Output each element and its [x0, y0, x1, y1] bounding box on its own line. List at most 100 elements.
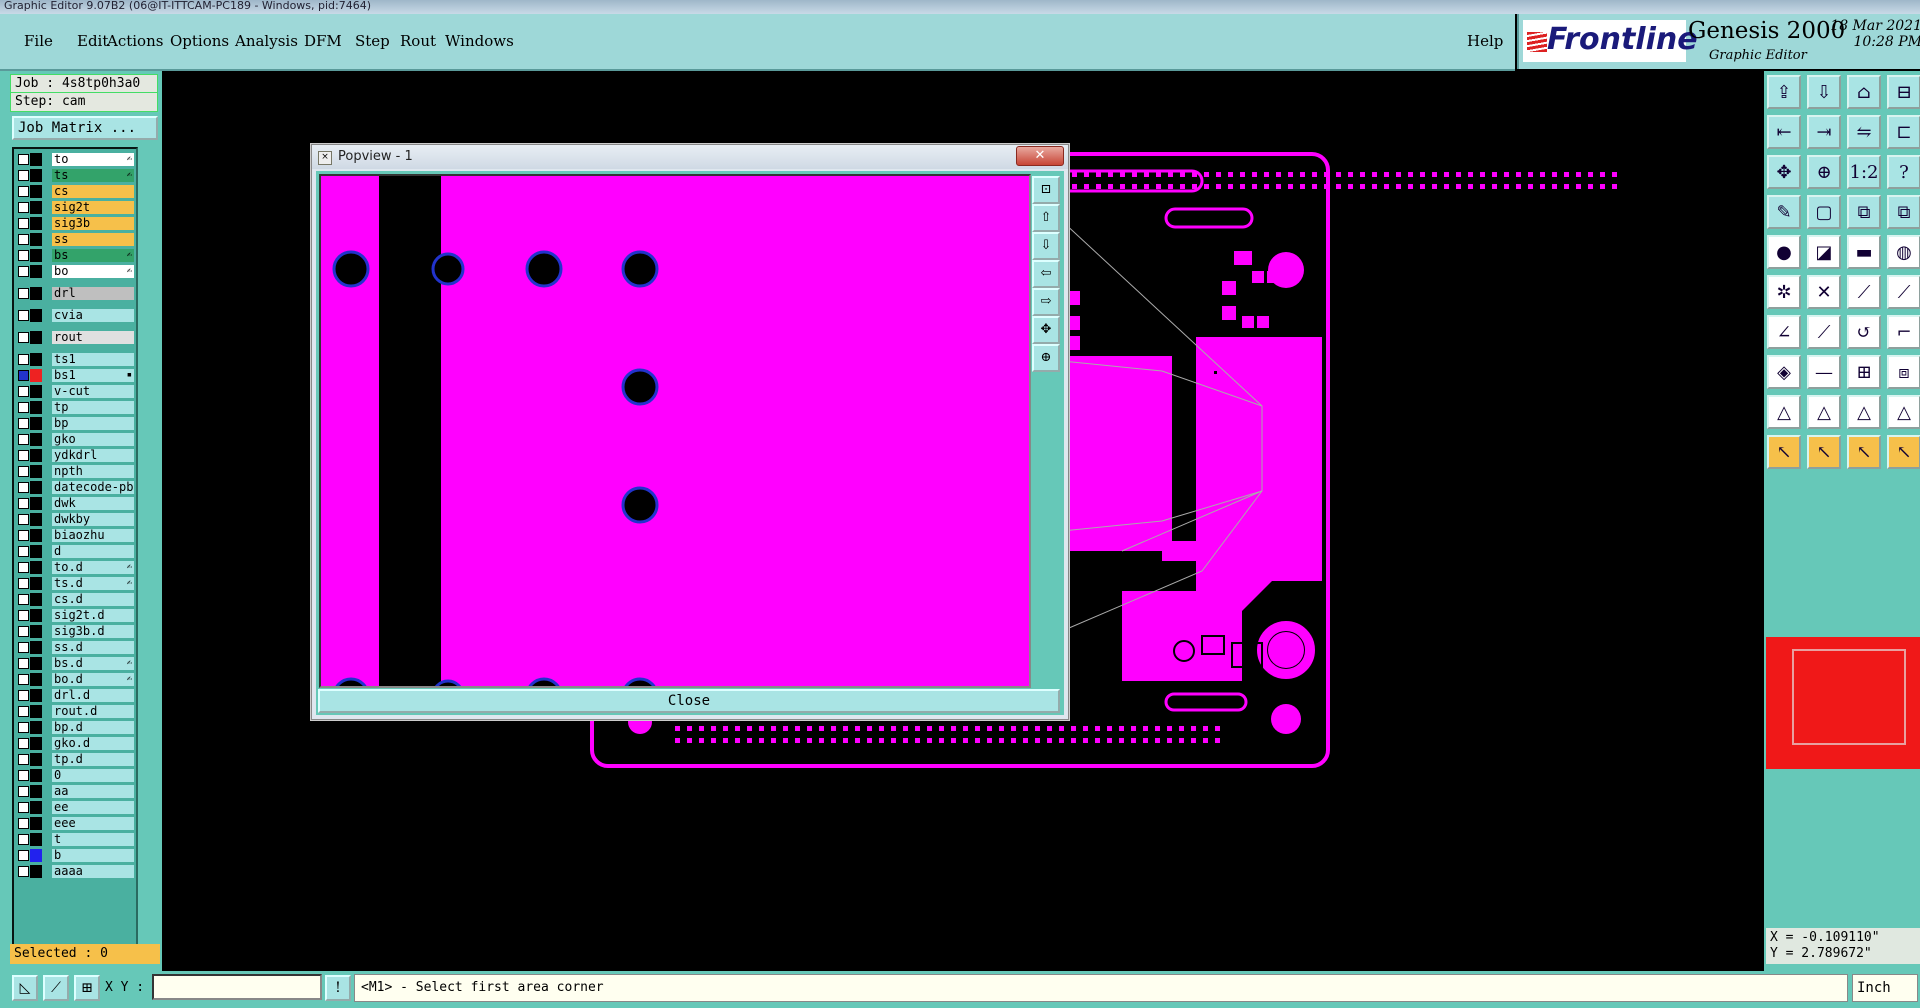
- layer-checkbox[interactable]: [18, 402, 29, 413]
- layer-checkbox[interactable]: [18, 850, 29, 861]
- menu-dfm[interactable]: DFM: [304, 32, 342, 50]
- layer-color-swatch[interactable]: [30, 153, 42, 166]
- copy2-icon[interactable]: ⧉: [1887, 195, 1920, 229]
- home-icon[interactable]: ⌂: [1847, 75, 1881, 109]
- layer-color-swatch[interactable]: [30, 689, 42, 702]
- layer-checkbox[interactable]: [18, 562, 29, 573]
- pan-left-icon[interactable]: ⇦: [1032, 260, 1060, 288]
- zoom-in-icon[interactable]: ⊕: [1032, 344, 1060, 372]
- layer-name[interactable]: ts ✍: [52, 169, 134, 182]
- layer-row[interactable]: bo ✍: [16, 265, 134, 279]
- move-left-icon[interactable]: ⇤: [1767, 115, 1801, 149]
- snap-icon[interactable]: ◺: [12, 975, 38, 1001]
- layer-checkbox[interactable]: [18, 610, 29, 621]
- info-icon[interactable]: !: [325, 975, 351, 1001]
- layer-checkbox[interactable]: [18, 466, 29, 477]
- layer-name[interactable]: bs.d ✍: [52, 657, 134, 670]
- layer-name[interactable]: bo.d ✍: [52, 673, 134, 686]
- layer-name[interactable]: ts.d ✍: [52, 577, 134, 590]
- layer-checkbox[interactable]: [18, 450, 29, 461]
- layer-row[interactable]: sig3b: [16, 217, 134, 231]
- layer-color-swatch[interactable]: [30, 201, 42, 214]
- layer-row[interactable]: 0: [16, 769, 134, 783]
- zoom-out-icon[interactable]: ✥: [1032, 316, 1060, 344]
- layer-color-swatch[interactable]: [30, 481, 42, 494]
- triangle2-icon[interactable]: △: [1807, 395, 1841, 429]
- layer-name[interactable]: aaaa: [52, 865, 134, 878]
- layer-color-swatch[interactable]: [30, 369, 42, 382]
- menu-analysis[interactable]: Analysis: [235, 32, 298, 50]
- layer-color-swatch[interactable]: [30, 331, 42, 344]
- layer-color-swatch[interactable]: [30, 657, 42, 670]
- layer-color-swatch[interactable]: [30, 561, 42, 574]
- layer-checkbox[interactable]: [18, 514, 29, 525]
- cross-icon[interactable]: ✕: [1807, 275, 1841, 309]
- layer-name[interactable]: dwkby: [52, 513, 134, 526]
- layer-row[interactable]: aa: [16, 785, 134, 799]
- layer-row[interactable]: ss.d: [16, 641, 134, 655]
- layer-name[interactable]: ydkdrl: [52, 449, 134, 462]
- layer-row[interactable]: sig2t.d: [16, 609, 134, 623]
- layer-checkbox[interactable]: [18, 754, 29, 765]
- layer-name[interactable]: gko: [52, 433, 134, 446]
- layer-color-swatch[interactable]: [30, 801, 42, 814]
- layer-color-swatch[interactable]: [30, 185, 42, 198]
- layer-color-swatch[interactable]: [30, 609, 42, 622]
- layer-name[interactable]: cs: [52, 185, 134, 198]
- layer-row[interactable]: cs: [16, 185, 134, 199]
- layer-color-swatch[interactable]: [30, 249, 42, 262]
- layer-checkbox[interactable]: [18, 818, 29, 829]
- layer-row[interactable]: tp: [16, 401, 134, 415]
- layer-row[interactable]: t: [16, 833, 134, 847]
- layer-color-swatch[interactable]: [30, 817, 42, 830]
- layer-name[interactable]: tp: [52, 401, 134, 414]
- layer-row[interactable]: eee: [16, 817, 134, 831]
- layer-color-swatch[interactable]: [30, 169, 42, 182]
- layer-color-swatch[interactable]: [30, 529, 42, 542]
- layer-row[interactable]: bs ✍: [16, 249, 134, 263]
- copy-icon[interactable]: ⧉: [1847, 195, 1881, 229]
- zoom-fit-icon[interactable]: ⊡: [1032, 176, 1060, 204]
- layer-checkbox[interactable]: [18, 530, 29, 541]
- layer-row[interactable]: bp.d: [16, 721, 134, 735]
- layer-row[interactable]: rout: [16, 331, 134, 345]
- layer-name[interactable]: d: [52, 545, 134, 558]
- layer-checkbox[interactable]: [18, 674, 29, 685]
- layer-row[interactable]: aaaa: [16, 865, 134, 879]
- layer-name[interactable]: bo ✍: [52, 265, 134, 278]
- scale-icon[interactable]: 1:2: [1847, 155, 1881, 189]
- layer-name[interactable]: b: [52, 849, 134, 862]
- popview-titlebar[interactable]: × Popview - 1 ✕: [312, 145, 1068, 169]
- layer-checkbox[interactable]: [18, 626, 29, 637]
- layer-name[interactable]: bs ✍: [52, 249, 134, 262]
- layer-color-swatch[interactable]: [30, 545, 42, 558]
- layer-row[interactable]: tp.d: [16, 753, 134, 767]
- layer-checkbox[interactable]: [18, 386, 29, 397]
- pad-icon[interactable]: ●: [1767, 235, 1801, 269]
- zoom-home-icon[interactable]: ⊕: [1807, 155, 1841, 189]
- layer-checkbox[interactable]: [18, 706, 29, 717]
- layer-up-icon[interactable]: ⇪: [1767, 75, 1801, 109]
- align-icon[interactable]: ⊏: [1887, 115, 1920, 149]
- layer-row[interactable]: ee: [16, 801, 134, 815]
- pointer-icon[interactable]: ↖: [1767, 435, 1801, 469]
- layer-row[interactable]: cvia: [16, 309, 134, 323]
- menu-options[interactable]: Options: [170, 32, 229, 50]
- layer-row[interactable]: cs.d: [16, 593, 134, 607]
- layer-color-swatch[interactable]: [30, 833, 42, 846]
- layer-row[interactable]: bs1 ▪: [16, 369, 134, 383]
- layer-checkbox[interactable]: [18, 658, 29, 669]
- layer-name[interactable]: bp.d: [52, 721, 134, 734]
- layer-color-swatch[interactable]: [30, 385, 42, 398]
- layer-name[interactable]: npth: [52, 465, 134, 478]
- panel-icon[interactable]: ⊟: [1887, 75, 1920, 109]
- layer-name[interactable]: biaozhu: [52, 529, 134, 542]
- layer-checkbox[interactable]: [18, 234, 29, 245]
- layer-row[interactable]: b: [16, 849, 134, 863]
- layer-checkbox[interactable]: [18, 370, 29, 381]
- zoom-fit-icon[interactable]: ✥: [1767, 155, 1801, 189]
- close-icon[interactable]: ✕: [1016, 146, 1064, 166]
- layer-color-swatch[interactable]: [30, 593, 42, 606]
- layer-color-swatch[interactable]: [30, 265, 42, 278]
- layer-row[interactable]: ts ✍: [16, 169, 134, 183]
